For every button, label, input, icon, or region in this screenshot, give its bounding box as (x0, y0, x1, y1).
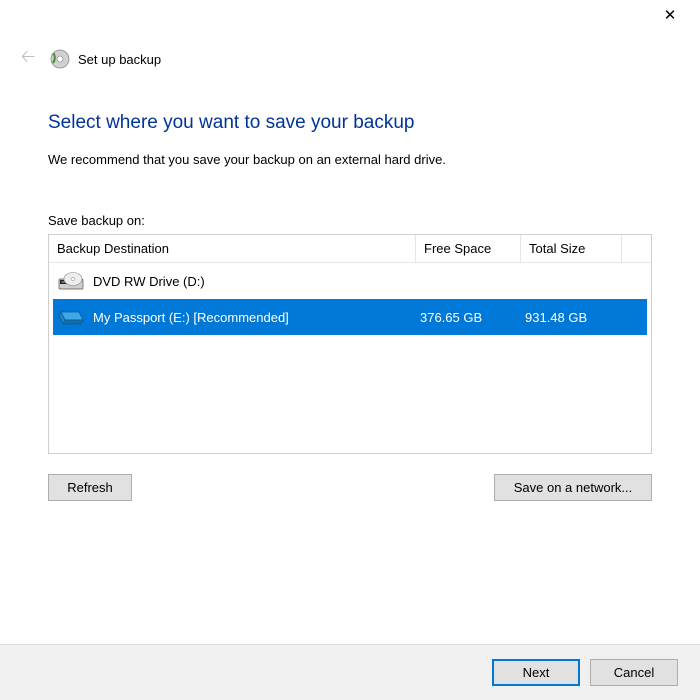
dvd-drive-icon: DVD (57, 271, 85, 291)
table-row[interactable]: My Passport (E:) [Recommended] 376.65 GB… (53, 299, 647, 335)
wizard-window: ✕ 🡠 Set up backup Select where you want … (0, 0, 700, 700)
back-arrow-icon[interactable]: 🡠 (16, 44, 40, 74)
drive-name: My Passport (E:) [Recommended] (93, 310, 289, 325)
col-header-total-size[interactable]: Total Size (521, 235, 621, 262)
cancel-button[interactable]: Cancel (590, 659, 678, 686)
table-label: Save backup on: (48, 213, 652, 228)
refresh-button[interactable]: Refresh (48, 474, 132, 501)
titlebar: ✕ (0, 0, 700, 44)
external-drive-icon (57, 307, 85, 327)
recommendation-text: We recommend that you save your backup o… (48, 152, 652, 167)
backup-icon (50, 49, 70, 69)
drive-free-space: 376.65 GB (412, 310, 517, 325)
col-header-destination[interactable]: Backup Destination (49, 235, 416, 262)
col-header-free-space[interactable]: Free Space (416, 235, 521, 262)
save-on-network-button[interactable]: Save on a network... (494, 474, 652, 501)
table-header: Backup Destination Free Space Total Size (49, 235, 651, 263)
drive-name: DVD RW Drive (D:) (93, 274, 205, 289)
close-icon[interactable]: ✕ (654, 6, 686, 30)
table-row[interactable]: DVD DVD RW Drive (D:) (49, 263, 651, 299)
drive-total-size: 931.48 GB (517, 310, 617, 325)
page-heading: Select where you want to save your backu… (48, 112, 652, 134)
window-title: Set up backup (78, 52, 161, 67)
wizard-footer: Next Cancel (0, 644, 700, 700)
next-button[interactable]: Next (492, 659, 580, 686)
table-button-row: Refresh Save on a network... (48, 474, 652, 501)
drive-table: Backup Destination Free Space Total Size… (48, 234, 652, 454)
content-area: Select where you want to save your backu… (0, 86, 700, 644)
col-header-tail (621, 235, 651, 262)
window-title-group: Set up backup (50, 49, 161, 69)
header-row: 🡠 Set up backup (0, 44, 700, 86)
